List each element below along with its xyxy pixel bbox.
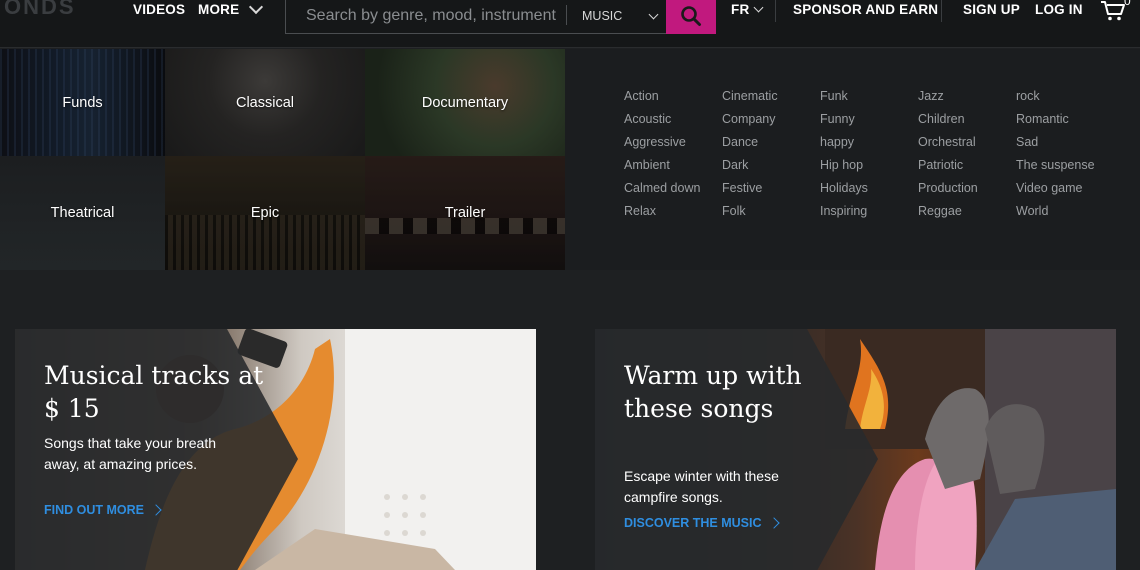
genre-tile-label: Documentary (421, 94, 509, 111)
nav-divider (775, 0, 776, 22)
genre-link[interactable]: Orchestral (918, 135, 1016, 158)
genre-tile-label: Trailer (444, 205, 486, 221)
search-input[interactable] (286, 0, 566, 33)
genre-link[interactable]: Folk (722, 204, 820, 227)
genre-mega-menu: Funds Classical Documentary Theatrical E… (0, 49, 1140, 270)
search-button[interactable] (666, 0, 716, 34)
genre-link[interactable]: The suspense (1016, 158, 1126, 181)
genre-link[interactable]: Hip hop (820, 158, 918, 181)
nav-more-label: MORE (198, 2, 240, 17)
promo-title: Musical tracks at $ 15 (44, 361, 264, 423)
genre-link[interactable]: Cinematic (722, 89, 820, 112)
genre-link[interactable]: Holidays (820, 181, 918, 204)
genre-link[interactable]: Acoustic (624, 112, 722, 135)
genre-tile-label: Theatrical (50, 205, 115, 221)
genre-link[interactable]: Video game (1016, 181, 1126, 204)
genre-link[interactable]: Aggressive (624, 135, 722, 158)
chevron-down-icon (249, 0, 264, 14)
genre-link[interactable]: World (1016, 204, 1126, 227)
chevron-right-icon (150, 504, 162, 516)
top-nav-bar: ONDS VIDEOS MORE MUSIC FR SPONSOR AND EA… (0, 0, 1140, 48)
cart-count-badge: 0 (1124, 0, 1131, 8)
genre-link[interactable]: Reggae (918, 204, 1016, 227)
nav-divider (941, 0, 942, 22)
genre-link[interactable]: Dance (722, 135, 820, 158)
genre-link[interactable]: Romantic (1016, 112, 1126, 135)
promo-title: Warm up with these songs (624, 361, 802, 423)
genre-tile-epic[interactable]: Epic (165, 156, 365, 270)
genre-tile-classical[interactable]: Classical (165, 49, 365, 156)
promo-link-label: DISCOVER THE MUSIC (624, 516, 762, 530)
language-selector[interactable]: FR (731, 2, 764, 17)
genre-link[interactable]: Children (918, 112, 1016, 135)
genre-link[interactable]: Calmed down (624, 181, 722, 204)
genre-link[interactable]: Jazz (918, 89, 1016, 112)
search-icon (681, 6, 701, 26)
search-bar: MUSIC (285, 0, 716, 34)
genre-link[interactable]: rock (1016, 89, 1126, 112)
genre-link[interactable]: Ambient (624, 158, 722, 181)
genre-link[interactable]: Production (918, 181, 1016, 204)
genre-link[interactable]: Company (722, 112, 820, 135)
nav-more-menu[interactable]: MORE (198, 0, 264, 17)
shopping-cart-icon (1101, 1, 1125, 21)
genre-tile-trailer[interactable]: Trailer (365, 156, 565, 270)
genre-tile-funds[interactable]: Funds (0, 49, 165, 156)
nav-videos-link[interactable]: VIDEOS (133, 2, 185, 17)
genre-tile-label: Funds (62, 94, 103, 111)
sponsor-and-earn-link[interactable]: SPONSOR AND EARN (793, 2, 938, 17)
chevron-down-icon (648, 9, 659, 19)
discover-the-music-link[interactable]: DISCOVER THE MUSIC (624, 516, 780, 530)
genre-link[interactable]: Sad (1016, 135, 1126, 158)
genre-link[interactable]: Festive (722, 181, 820, 204)
genre-link[interactable]: Action (624, 89, 722, 112)
genre-tile-documentary[interactable]: Documentary (365, 49, 565, 156)
promo-description: Escape winter with these campfire songs. (624, 468, 779, 505)
genre-list: Action Cinematic Funk Jazz rock Acoustic… (624, 89, 1126, 227)
promo-description: Songs that take your breath away, at ama… (44, 435, 216, 472)
genre-tile-label: Classical (235, 94, 294, 111)
genre-tile-label: Epic (250, 205, 280, 221)
genre-tile-theatrical[interactable]: Theatrical (0, 156, 165, 270)
log-in-link[interactable]: LOG IN (1035, 2, 1083, 17)
genre-link[interactable]: Patriotic (918, 158, 1016, 181)
promo-card-warm-up[interactable]: Warm up with these songs Escape winter w… (595, 329, 1116, 570)
genre-link[interactable]: Dark (722, 158, 820, 181)
search-category-label: MUSIC (582, 9, 623, 23)
search-category-select[interactable]: MUSIC (567, 0, 667, 33)
genre-link[interactable]: Relax (624, 204, 722, 227)
genre-link[interactable]: Funny (820, 112, 918, 135)
site-logo[interactable]: ONDS (4, 0, 76, 20)
language-label: FR (731, 2, 750, 17)
genre-link[interactable]: Inspiring (820, 204, 918, 227)
sign-up-link[interactable]: SIGN UP (963, 2, 1020, 17)
chevron-down-icon (753, 2, 764, 13)
promo-link-label: FIND OUT MORE (44, 503, 144, 517)
genre-link[interactable]: happy (820, 135, 918, 158)
find-out-more-link[interactable]: FIND OUT MORE (44, 503, 162, 517)
promo-card-tracks[interactable]: Musical tracks at $ 15 Songs that take y… (15, 329, 536, 570)
genre-link[interactable]: Funk (820, 89, 918, 112)
chevron-right-icon (767, 517, 780, 529)
